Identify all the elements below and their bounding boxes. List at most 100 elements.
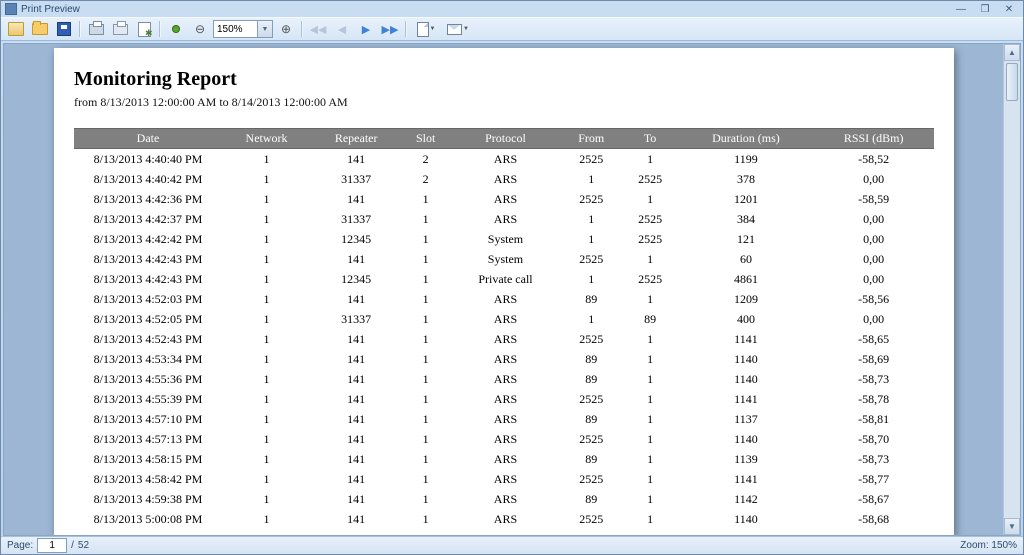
table-cell: 1140 [679, 349, 814, 369]
table-cell: 1139 [679, 449, 814, 469]
table-cell: 1 [222, 269, 311, 289]
table-cell: 1 [401, 229, 450, 249]
table-cell: 141 [311, 529, 401, 535]
page-number-input[interactable] [37, 538, 67, 553]
table-cell: 141 [311, 189, 401, 209]
table-cell: 2525 [622, 209, 679, 229]
app-window: Print Preview — ❐ ✕ ⊖ 150% ▼ ⊕ ◀◀ ◀ ▶ ▶▶… [0, 0, 1024, 555]
page-gear-icon [138, 22, 151, 37]
table-cell: 1 [622, 469, 679, 489]
scroll-track[interactable] [1004, 61, 1020, 518]
quick-print-button[interactable] [109, 19, 131, 39]
vertical-scrollbar[interactable]: ▲ ▼ [1003, 44, 1020, 535]
table-cell: 384 [679, 209, 814, 229]
table-cell: 1199 [679, 149, 814, 170]
last-page-button[interactable]: ▶▶ [379, 19, 401, 39]
table-cell: 0,00 [813, 269, 934, 289]
minimize-button[interactable]: — [951, 3, 971, 15]
print-button[interactable] [85, 19, 107, 39]
scroll-up-button[interactable]: ▲ [1004, 44, 1020, 61]
table-cell: System [450, 249, 561, 269]
table-cell: 8/13/2013 4:52:03 PM [74, 289, 222, 309]
save-button[interactable] [53, 19, 75, 39]
zoom-select[interactable]: 150% ▼ [213, 20, 273, 38]
table-row: 8/13/2013 4:59:38 PM11411ARS8911142-58,6… [74, 489, 934, 509]
table-cell: 1 [222, 489, 311, 509]
table-cell: 1 [401, 489, 450, 509]
zoom-in-button[interactable]: ⊕ [275, 19, 297, 39]
table-cell: 1141 [679, 389, 814, 409]
close-button[interactable]: ✕ [999, 3, 1019, 15]
table-cell: 1 [561, 209, 622, 229]
page-setup-button[interactable] [133, 19, 155, 39]
zoom-dropdown-button[interactable]: ▼ [257, 21, 272, 37]
statusbar: Page: / 52 Zoom: 150% [1, 536, 1023, 554]
restore-button[interactable]: ❐ [975, 3, 995, 15]
toolbar-separator [159, 21, 161, 37]
next-page-button[interactable]: ▶ [355, 19, 377, 39]
table-cell: 89 [561, 369, 622, 389]
table-cell: ARS [450, 429, 561, 449]
table-cell: 1 [622, 409, 679, 429]
save-icon [57, 22, 71, 36]
table-cell: 8/13/2013 4:42:37 PM [74, 209, 222, 229]
first-page-button[interactable]: ◀◀ [307, 19, 329, 39]
table-cell: 1 [401, 289, 450, 309]
table-cell: 1 [222, 149, 311, 170]
table-cell: 1 [401, 189, 450, 209]
table-cell: 8/13/2013 4:59:38 PM [74, 489, 222, 509]
table-cell: 89 [561, 289, 622, 309]
table-cell: ARS [450, 309, 561, 329]
table-cell: 2525 [561, 249, 622, 269]
table-cell: ARS [450, 169, 561, 189]
table-header-cell: To [622, 129, 679, 149]
table-cell: 1142 [679, 489, 814, 509]
table-cell: 1 [222, 169, 311, 189]
table-cell: 1 [622, 529, 679, 535]
table-cell: 1 [222, 349, 311, 369]
total-pages: 52 [78, 540, 89, 551]
table-cell: 1137 [679, 409, 814, 429]
table-cell: 141 [311, 389, 401, 409]
table-row: 8/13/2013 4:42:37 PM1313371ARS125253840,… [74, 209, 934, 229]
table-cell: ARS [450, 329, 561, 349]
export-button[interactable]: ▼ [411, 19, 441, 39]
scroll-thumb[interactable] [1006, 63, 1018, 101]
table-cell: 2525 [622, 169, 679, 189]
page-label: Page: [7, 540, 33, 551]
table-cell: 1 [622, 249, 679, 269]
page-sep: / [71, 540, 74, 551]
table-cell: 1 [622, 509, 679, 529]
table-cell: 1 [622, 329, 679, 349]
refresh-button[interactable] [165, 19, 187, 39]
table-cell: 89 [561, 489, 622, 509]
table-cell: 2525 [622, 229, 679, 249]
table-row: 8/13/2013 4:42:43 PM1123451Private call1… [74, 269, 934, 289]
new-button[interactable] [5, 19, 27, 39]
scroll-down-button[interactable]: ▼ [1004, 518, 1020, 535]
table-cell: 1 [622, 189, 679, 209]
email-button[interactable]: ▼ [443, 19, 473, 39]
table-cell: 141 [311, 429, 401, 449]
open-button[interactable] [29, 19, 51, 39]
table-cell: 1 [622, 429, 679, 449]
table-row: 8/13/2013 4:42:36 PM11411ARS252511201-58… [74, 189, 934, 209]
page-icon [417, 22, 429, 37]
table-cell: 1 [401, 209, 450, 229]
table-cell: 8/13/2013 4:40:40 PM [74, 149, 222, 170]
table-cell: 1 [401, 309, 450, 329]
table-cell: 141 [311, 489, 401, 509]
table-header-row: DateNetworkRepeaterSlotProtocolFromToDur… [74, 129, 934, 149]
table-header-cell: Network [222, 129, 311, 149]
table-cell: ARS [450, 509, 561, 529]
table-cell: 1141 [679, 469, 814, 489]
table-cell: 121 [679, 229, 814, 249]
table-row: 8/13/2013 4:40:40 PM11412ARS252511199-58… [74, 149, 934, 170]
table-cell: -58,73 [813, 369, 934, 389]
table-cell: 0,00 [813, 309, 934, 329]
table-cell: 8/13/2013 4:42:42 PM [74, 229, 222, 249]
zoom-out-button[interactable]: ⊖ [189, 19, 211, 39]
prev-page-button[interactable]: ◀ [331, 19, 353, 39]
table-row: 8/13/2013 4:52:03 PM11411ARS8911209-58,5… [74, 289, 934, 309]
zoom-label: Zoom: 150% [960, 540, 1017, 551]
